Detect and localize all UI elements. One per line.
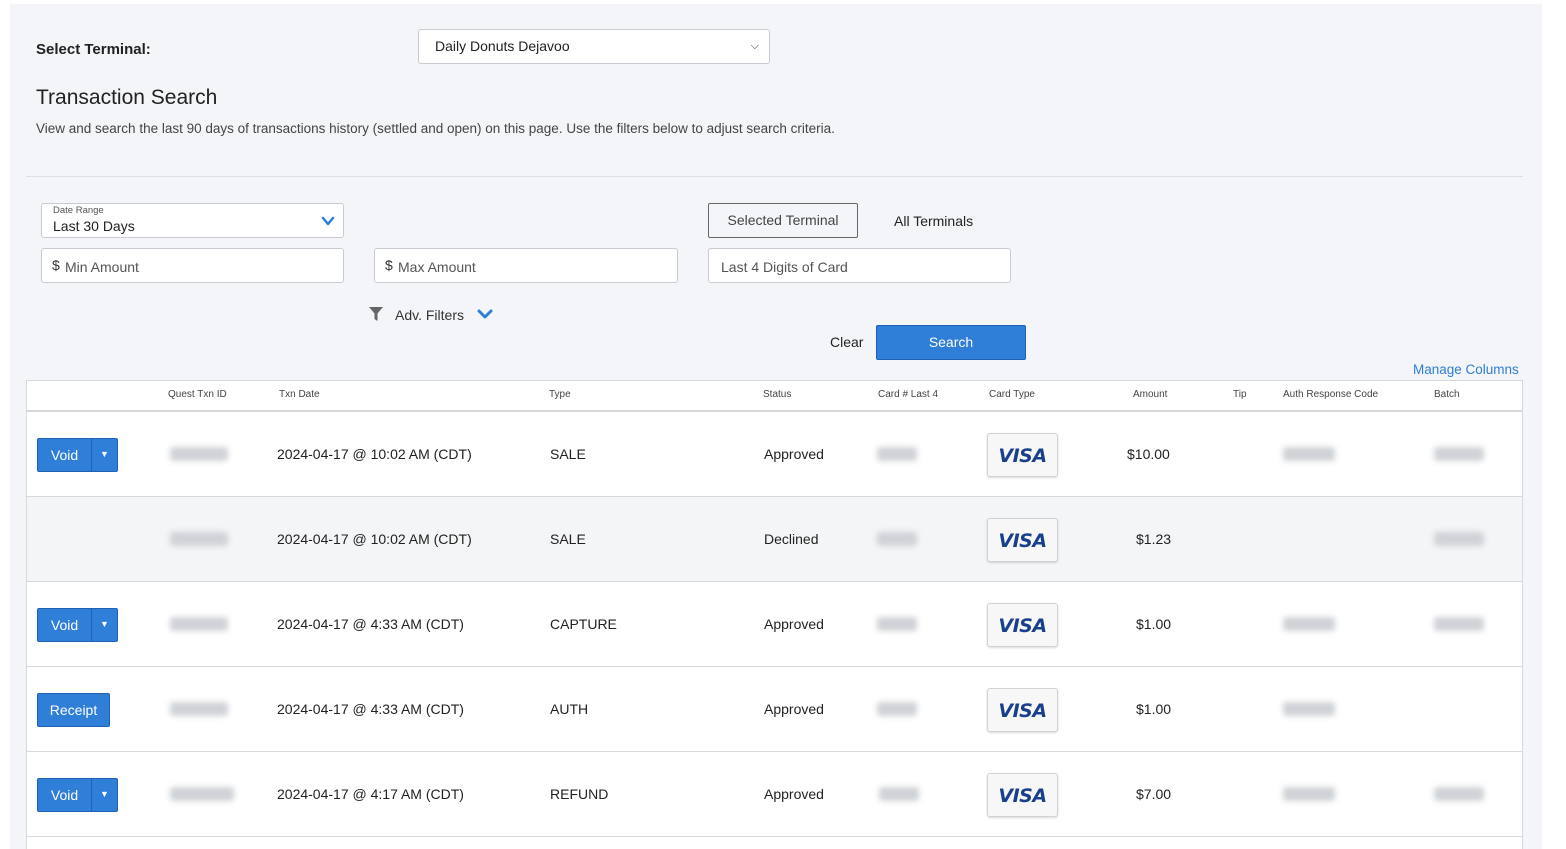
card-last4-redacted [877, 702, 917, 716]
selected-terminal-toggle[interactable]: Selected Terminal [708, 203, 858, 238]
card-last4-placeholder: Last 4 Digits of Card [721, 259, 848, 275]
caret-down-icon[interactable]: ▼ [92, 439, 117, 471]
receipt-button[interactable]: Receipt [37, 693, 110, 727]
batch-redacted [1434, 447, 1484, 461]
table-row[interactable]: 2024-04-17 @ 10:02 AM (CDT) SALE Decline… [27, 497, 1522, 582]
card-last4-redacted [877, 617, 917, 631]
batch-redacted [1434, 787, 1484, 801]
card-last4-redacted [877, 447, 917, 461]
txn-type: AUTH [550, 701, 589, 717]
auth-code-redacted [1283, 787, 1335, 801]
table-header: Quest Txn ID Txn Date Type Status Card #… [27, 381, 1522, 412]
col-auth-response-code[interactable]: Auth Response Code [1283, 389, 1378, 400]
txn-amount: $10.00 [1127, 446, 1170, 462]
page-title: Transaction Search [36, 86, 218, 109]
max-amount-input[interactable]: $ Max Amount [374, 248, 678, 283]
batch-redacted [1434, 617, 1484, 631]
txn-status: Approved [764, 701, 824, 717]
col-amount[interactable]: Amount [1133, 389, 1167, 400]
table-row[interactable]: Receipt 2024-04-17 @ 4:33 AM (CDT) AUTH … [27, 667, 1522, 752]
chevron-down-icon [321, 216, 335, 226]
auth-code-redacted [1283, 617, 1335, 631]
txn-date: 2024-04-17 @ 10:02 AM (CDT) [277, 446, 472, 462]
auth-code-redacted [1283, 447, 1335, 461]
txn-amount: $1.00 [1136, 616, 1172, 632]
visa-card-icon: VISA [987, 688, 1058, 732]
txn-id-redacted [170, 787, 234, 801]
auth-code-redacted [1283, 702, 1335, 716]
txn-date: 2024-04-17 @ 4:33 AM (CDT) [277, 616, 464, 632]
visa-card-icon: VISA [987, 603, 1058, 647]
min-amount-input[interactable]: $ Min Amount [41, 248, 344, 283]
void-button-group[interactable]: Void ▼ [37, 438, 118, 472]
date-range-label: Date Range [53, 205, 104, 216]
terminal-select[interactable]: Daily Donuts Dejavoo ⌵ [418, 29, 770, 64]
void-button[interactable]: Void [38, 779, 91, 811]
txn-id-redacted [170, 532, 228, 546]
txn-type: SALE [550, 446, 586, 462]
txn-date: 2024-04-17 @ 4:17 AM (CDT) [277, 786, 464, 802]
manage-columns-link[interactable]: Manage Columns [1413, 362, 1519, 377]
min-amount-placeholder: Min Amount [65, 259, 139, 275]
txn-id-redacted [170, 617, 228, 631]
col-tip[interactable]: Tip [1233, 389, 1247, 400]
txn-amount: $7.00 [1136, 786, 1172, 802]
void-button[interactable]: Void [38, 439, 91, 471]
filter-icon[interactable] [369, 307, 383, 321]
caret-down-icon[interactable]: ▼ [92, 609, 117, 641]
caret-down-icon[interactable]: ▼ [92, 779, 117, 811]
txn-amount: $1.23 [1136, 531, 1172, 547]
table-row[interactable]: Void ▼ 2024-04-17 @ 4:17 AM (CDT) REFUND… [27, 752, 1522, 837]
select-terminal-label: Select Terminal: [36, 41, 151, 58]
txn-id-redacted [170, 447, 228, 461]
txn-status: Approved [764, 446, 824, 462]
void-button-group[interactable]: Void ▼ [37, 608, 118, 642]
card-last4-redacted [877, 532, 917, 546]
card-last4-redacted [879, 787, 919, 801]
dollar-prefix: $ [385, 257, 393, 273]
chevron-down-icon: ⌵ [750, 40, 759, 52]
table-row[interactable]: Void ▼ 2024-04-17 @ 10:02 AM (CDT) SALE … [27, 412, 1522, 497]
terminal-select-value: Daily Donuts Dejavoo [435, 38, 570, 54]
col-quest-txn-id[interactable]: Quest Txn ID [168, 389, 227, 400]
date-range-value: Last 30 Days [53, 218, 135, 234]
clear-button[interactable]: Clear [830, 334, 863, 350]
adv-filters-toggle[interactable]: Adv. Filters [395, 307, 464, 323]
void-button-group[interactable]: Void ▼ [37, 778, 118, 812]
col-batch[interactable]: Batch [1434, 389, 1460, 400]
col-type[interactable]: Type [549, 389, 571, 400]
date-range-select[interactable]: Date Range Last 30 Days [41, 203, 344, 238]
txn-id-redacted [170, 702, 228, 716]
table-row[interactable]: Void ▼ 2024-04-17 @ 4:33 AM (CDT) CAPTUR… [27, 582, 1522, 667]
page-description: View and search the last 90 days of tran… [36, 121, 835, 136]
txn-type: CAPTURE [550, 616, 617, 632]
visa-card-icon: VISA [987, 518, 1058, 562]
void-button[interactable]: Void [38, 609, 91, 641]
txn-status: Approved [764, 786, 824, 802]
visa-card-icon: VISA [987, 433, 1058, 477]
all-terminals-toggle[interactable]: All Terminals [894, 213, 973, 229]
col-status[interactable]: Status [763, 389, 791, 400]
chevron-down-icon[interactable] [476, 306, 494, 322]
search-button[interactable]: Search [876, 325, 1026, 360]
col-txn-date[interactable]: Txn Date [279, 389, 320, 400]
txn-date: 2024-04-17 @ 4:33 AM (CDT) [277, 701, 464, 717]
col-card-type[interactable]: Card Type [989, 389, 1035, 400]
card-last4-input[interactable]: Last 4 Digits of Card [708, 248, 1011, 283]
dollar-prefix: $ [52, 257, 60, 273]
txn-amount: $1.00 [1136, 701, 1172, 717]
txn-type: SALE [550, 531, 586, 547]
section-divider [26, 176, 1523, 177]
max-amount-placeholder: Max Amount [398, 259, 476, 275]
visa-card-icon: VISA [987, 773, 1058, 817]
txn-status: Approved [764, 616, 824, 632]
txn-status: Declined [764, 531, 819, 547]
transactions-table: Quest Txn ID Txn Date Type Status Card #… [26, 380, 1523, 849]
txn-type: REFUND [550, 786, 609, 802]
batch-redacted [1434, 532, 1484, 546]
txn-date: 2024-04-17 @ 10:02 AM (CDT) [277, 531, 472, 547]
col-card-last4[interactable]: Card # Last 4 [878, 389, 938, 400]
